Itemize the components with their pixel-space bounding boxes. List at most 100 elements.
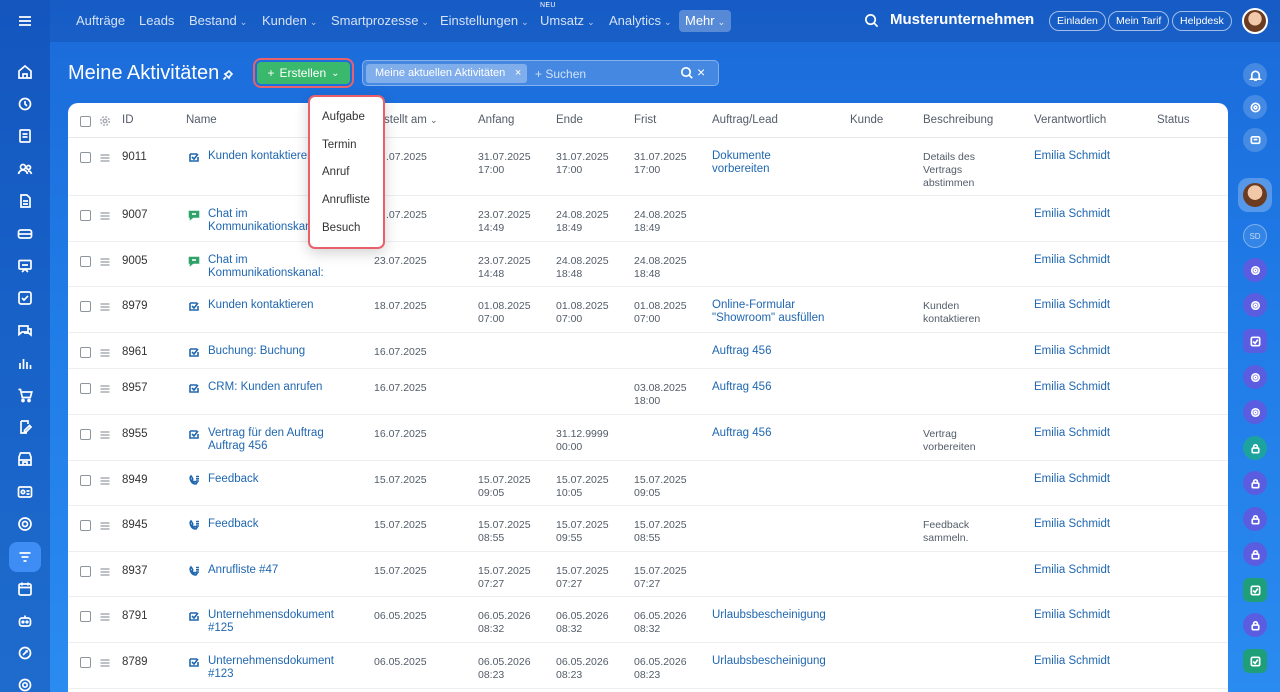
menu-item-appointment[interactable]: Termin — [322, 139, 357, 151]
contact-avatar[interactable] — [1238, 178, 1272, 212]
calendar-icon[interactable] — [9, 574, 41, 604]
lock-icon[interactable] — [1243, 507, 1267, 531]
row-checkbox[interactable] — [80, 256, 91, 267]
row-menu-icon[interactable] — [99, 151, 111, 169]
row-checkbox[interactable] — [80, 611, 91, 622]
gear-icon[interactable] — [99, 114, 111, 132]
row-menu-icon[interactable] — [99, 428, 111, 446]
table-row[interactable]: 9011 Kunden kontaktieren .07.2025 31.07.202… — [68, 138, 1228, 196]
robot-icon[interactable] — [9, 606, 41, 636]
contacts-icon[interactable] — [9, 154, 41, 184]
switch-icon[interactable]: ≈ — [1024, 13, 1030, 25]
table-row[interactable]: 8955 Vertrag für den Auftrag Auftrag 456 16… — [68, 415, 1228, 461]
nav-smartprozesse[interactable]: Smartprozesse ⌄ — [331, 10, 429, 32]
order-link[interactable]: Urlaubsbescheinigung — [712, 609, 826, 622]
tasks-icon[interactable] — [9, 283, 41, 313]
column-created[interactable]: stellt am ⌄ — [384, 114, 438, 126]
support-icon[interactable] — [9, 509, 41, 539]
responsible-link[interactable]: Emilia Schmidt — [1034, 564, 1110, 577]
nav-kunden[interactable]: Kunden ⌄ — [262, 10, 317, 32]
lock-icon[interactable] — [1243, 542, 1267, 566]
row-checkbox[interactable] — [80, 347, 91, 358]
lock-icon[interactable] — [1243, 471, 1267, 495]
table-row[interactable]: 8937 Anrufliste #47 15.07.2025 15.07.2025 07… — [68, 552, 1228, 597]
column-responsible[interactable]: Verantwortlich — [1034, 114, 1106, 126]
column-order[interactable]: Auftrag/Lead — [712, 114, 778, 126]
responsible-link[interactable]: Emilia Schmidt — [1034, 345, 1110, 358]
menu-item-visit[interactable]: Besuch — [322, 222, 360, 234]
sd-avatar-icon[interactable]: SD — [1243, 224, 1267, 248]
responsible-link[interactable]: Emilia Schmidt — [1034, 381, 1110, 394]
analytics-icon[interactable] — [9, 348, 41, 378]
activity-name-link[interactable]: Kunden kontaktieren — [208, 299, 314, 312]
row-menu-icon[interactable] — [99, 209, 111, 227]
row-menu-icon[interactable] — [99, 346, 111, 364]
column-client[interactable]: Kunde — [850, 114, 883, 126]
row-menu-icon[interactable] — [99, 519, 111, 537]
activity-name-link[interactable]: Anrufliste #47 — [208, 564, 278, 577]
documents-icon[interactable] — [9, 121, 41, 151]
column-description[interactable]: Beschreibung — [923, 114, 993, 126]
remove-filter-icon[interactable]: × — [515, 64, 521, 83]
responsible-link[interactable]: Emilia Schmidt — [1034, 208, 1110, 221]
menu-item-call-list[interactable]: Anrufliste — [322, 194, 370, 206]
row-checkbox[interactable] — [80, 152, 91, 163]
table-row[interactable]: 8957 CRM: Kunden anrufen 16.07.2025 03.08.2… — [68, 369, 1228, 415]
nav-analytics[interactable]: Analytics ⌄ — [609, 10, 672, 32]
nav-umsatz[interactable]: NEU Umsatz ⌄ — [540, 2, 595, 32]
order-link[interactable]: Online-Formular "Showroom" ausfüllen — [712, 299, 824, 324]
row-checkbox[interactable] — [80, 301, 91, 312]
card-icon[interactable] — [9, 219, 41, 249]
order-link[interactable]: Dokumente vorbereiten — [712, 150, 771, 175]
column-start[interactable]: Anfang — [478, 114, 514, 126]
table-row[interactable]: 8789 Unternehmensdokument #123 06.05.2025 06… — [68, 643, 1228, 689]
row-menu-icon[interactable] — [99, 382, 111, 400]
responsible-link[interactable]: Emilia Schmidt — [1034, 609, 1110, 622]
row-menu-icon[interactable] — [99, 474, 111, 492]
row-menu-icon[interactable] — [99, 610, 111, 628]
user-avatar[interactable] — [1242, 8, 1268, 34]
table-row[interactable]: 8791 Unternehmensdokument #125 06.05.2025 06… — [68, 597, 1228, 643]
automation-icon[interactable] — [9, 638, 41, 668]
row-menu-icon[interactable] — [99, 300, 111, 318]
messages-icon[interactable] — [1243, 128, 1267, 152]
row-menu-icon[interactable] — [99, 565, 111, 583]
lock-icon[interactable] — [1243, 436, 1267, 460]
responsible-link[interactable]: Emilia Schmidt — [1034, 427, 1110, 440]
responsible-link[interactable]: Emilia Schmidt — [1034, 299, 1110, 312]
table-row[interactable]: 8945 Feedback 15.07.2025 15.07.2025 08:55 15.… — [68, 506, 1228, 552]
row-checkbox[interactable] — [80, 429, 91, 440]
feed-icon[interactable] — [9, 89, 41, 119]
task-check-icon[interactable] — [1243, 329, 1267, 353]
activity-name-link[interactable]: Unternehmensdokument #123 — [208, 655, 334, 680]
clear-search-icon[interactable]: × — [697, 64, 705, 80]
activity-name-link[interactable]: CRM: Kunden anrufen — [208, 381, 322, 394]
order-link[interactable]: Auftrag 456 — [712, 381, 771, 394]
activity-name-link[interactable]: Kunden kontaktieren — [208, 150, 314, 163]
search-input[interactable] — [535, 65, 675, 82]
menu-item-task[interactable]: Aufgabe — [322, 111, 365, 123]
order-link[interactable]: Auftrag 456 — [712, 427, 771, 440]
table-row[interactable]: 8949 Feedback 15.07.2025 15.07.2025 09:05 15.… — [68, 461, 1228, 506]
activities-icon[interactable] — [9, 542, 41, 572]
row-checkbox[interactable] — [80, 210, 91, 221]
row-checkbox[interactable] — [80, 657, 91, 668]
file-icon[interactable] — [9, 186, 41, 216]
activity-name-link[interactable]: Feedback — [208, 473, 259, 486]
order-link[interactable]: Auftrag 456 — [712, 345, 771, 358]
openline-icon[interactable] — [1243, 258, 1267, 282]
pulse-icon[interactable] — [1243, 95, 1267, 119]
responsible-link[interactable]: Emilia Schmidt — [1034, 655, 1110, 668]
presentation-icon[interactable] — [9, 251, 41, 281]
row-checkbox[interactable] — [80, 475, 91, 486]
table-row[interactable]: 8979 Kunden kontaktieren 18.07.2025 01.08.2… — [68, 287, 1228, 333]
row-menu-icon[interactable] — [99, 255, 111, 273]
filter-search-bar[interactable]: Meine aktuellen Aktivitäten × × — [362, 60, 719, 86]
home-icon[interactable] — [9, 57, 41, 87]
column-name[interactable]: Name — [186, 114, 217, 126]
column-end[interactable]: Ende — [556, 114, 583, 126]
column-status[interactable]: Status — [1157, 114, 1190, 126]
activity-name-link[interactable]: Feedback — [208, 518, 259, 531]
table-row[interactable]: 9005 Chat im Kommunikationskanal: 23.07.202… — [68, 242, 1228, 287]
responsible-link[interactable]: Emilia Schmidt — [1034, 150, 1110, 163]
